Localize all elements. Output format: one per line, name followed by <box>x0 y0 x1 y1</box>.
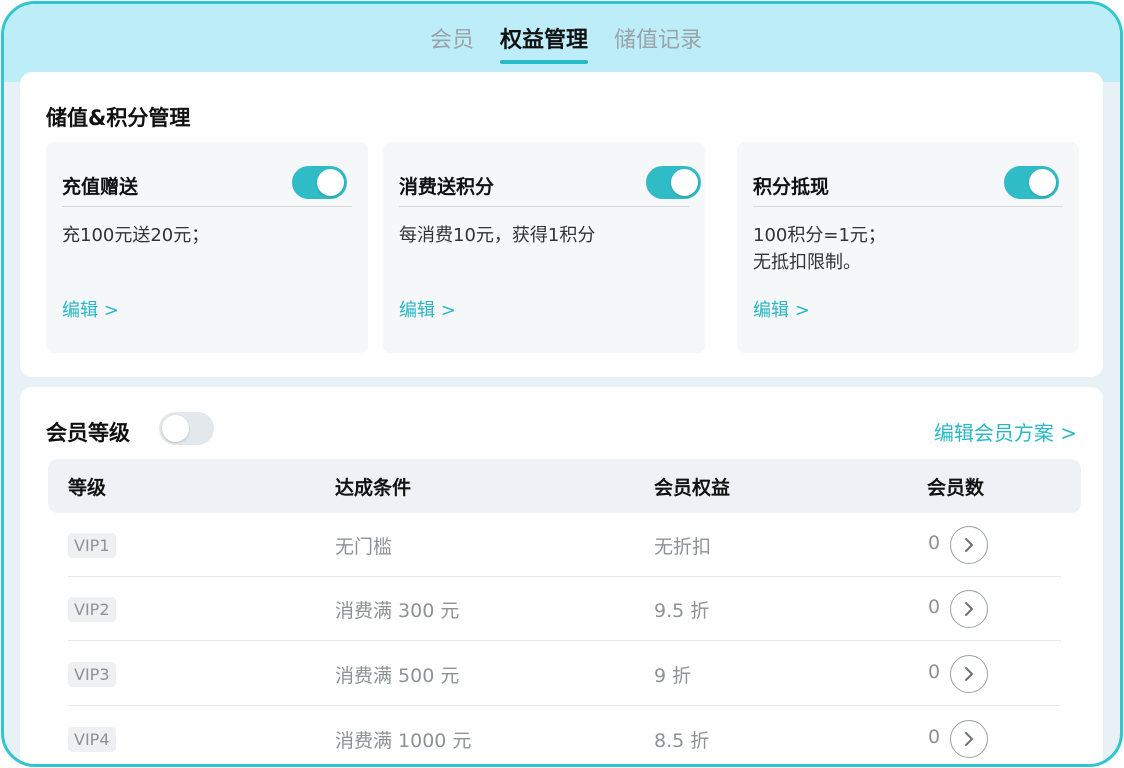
feature-description: 100积分=1元； 无抵扣限制。 <box>753 225 886 273</box>
tab-benefits-label: 权益管理 <box>500 28 589 53</box>
feature-description: 每消费10元，获得1积分 <box>399 225 596 246</box>
table-row: VIP2 消费满 300 元 9.5 折 0 <box>48 577 1081 641</box>
tab-members[interactable]: 会员 <box>430 26 474 56</box>
condition-cell: 无门槛 <box>335 536 393 558</box>
divider <box>753 206 1063 207</box>
toggle-knob <box>1029 169 1056 196</box>
member-level-card: 会员等级 编辑会员方案 > 等级 达成条件 会员权益 会员数 VIP1 无门槛 … <box>20 387 1103 764</box>
stored-value-section-title: 储值&积分管理 <box>46 106 191 130</box>
tab-stored-value-records[interactable]: 储值记录 <box>614 26 702 56</box>
member-level-section-title: 会员等级 <box>46 421 130 445</box>
toggle-knob <box>671 169 698 196</box>
condition-cell: 消费满 1000 元 <box>335 730 472 752</box>
condition-cell: 消费满 300 元 <box>335 600 460 622</box>
member-count-cell: 0 <box>928 661 941 683</box>
member-count-cell: 0 <box>928 532 941 554</box>
chevron-right-circle-icon[interactable] <box>950 590 988 628</box>
column-header-condition: 达成条件 <box>335 477 412 499</box>
chevron-right-circle-icon[interactable] <box>950 655 988 693</box>
active-tab-indicator <box>500 60 589 64</box>
table-row: VIP1 无门槛 无折扣 0 <box>48 513 1081 577</box>
level-badge: VIP4 <box>68 727 116 752</box>
table-header: 等级 达成条件 会员权益 会员数 <box>48 459 1081 513</box>
condition-cell: 消费满 500 元 <box>335 665 460 687</box>
edit-member-plan-link[interactable]: 编辑会员方案 > <box>934 417 1077 446</box>
feature-name: 充值赠送 <box>62 176 139 198</box>
spend-points-toggle[interactable] <box>646 166 701 199</box>
app-frame: 会员 权益管理 储值记录 储值&积分管理 充值赠送 充100元送20元； 编辑 … <box>1 1 1123 767</box>
feature-card-spend-points: 消费送积分 每消费10元，获得1积分 编辑 > <box>383 142 705 353</box>
toggle-knob <box>162 415 189 442</box>
feature-name: 积分抵现 <box>753 176 830 198</box>
level-badge: VIP3 <box>68 662 116 687</box>
member-count-cell: 0 <box>928 596 941 618</box>
member-level-toggle[interactable] <box>159 412 214 445</box>
feature-card-recharge-bonus: 充值赠送 充100元送20元； 编辑 > <box>46 142 368 353</box>
row-divider <box>68 640 1061 641</box>
benefit-cell: 无折扣 <box>654 536 712 558</box>
row-divider <box>68 705 1061 706</box>
table-row: VIP4 消费满 1000 元 8.5 折 0 <box>48 707 1081 764</box>
points-redeem-toggle[interactable] <box>1004 166 1059 199</box>
stored-value-points-card: 储值&积分管理 充值赠送 充100元送20元； 编辑 > 消费送积分 每消费10… <box>20 72 1103 377</box>
feature-card-points-redeem: 积分抵现 100积分=1元； 无抵扣限制。 编辑 > <box>737 142 1079 353</box>
tab-benefits[interactable]: 权益管理 <box>500 26 589 64</box>
column-header-member-count: 会员数 <box>927 477 985 499</box>
edit-recharge-bonus-link[interactable]: 编辑 > <box>62 296 119 322</box>
recharge-bonus-toggle[interactable] <box>292 166 347 199</box>
level-badge: VIP2 <box>68 597 116 622</box>
chevron-right-circle-icon[interactable] <box>950 526 988 564</box>
table-row: VIP3 消费满 500 元 9 折 0 <box>48 642 1081 706</box>
column-header-level: 等级 <box>68 477 107 499</box>
feature-name: 消费送积分 <box>399 176 495 198</box>
benefit-cell: 9 折 <box>654 665 692 687</box>
chevron-right-circle-icon[interactable] <box>950 720 988 758</box>
tab-bar: 会员 权益管理 储值记录 <box>4 26 1120 66</box>
divider <box>62 206 352 207</box>
edit-points-redeem-link[interactable]: 编辑 > <box>753 296 810 322</box>
benefit-cell: 8.5 折 <box>654 730 710 752</box>
top-nav-bar: 会员 权益管理 储值记录 <box>4 4 1120 82</box>
toggle-knob <box>317 169 344 196</box>
member-count-cell: 0 <box>928 726 941 748</box>
column-header-benefit: 会员权益 <box>654 477 731 499</box>
benefit-cell: 9.5 折 <box>654 600 710 622</box>
feature-description: 充100元送20元； <box>62 225 210 246</box>
edit-spend-points-link[interactable]: 编辑 > <box>399 296 456 322</box>
level-badge: VIP1 <box>68 533 116 558</box>
divider <box>399 206 689 207</box>
